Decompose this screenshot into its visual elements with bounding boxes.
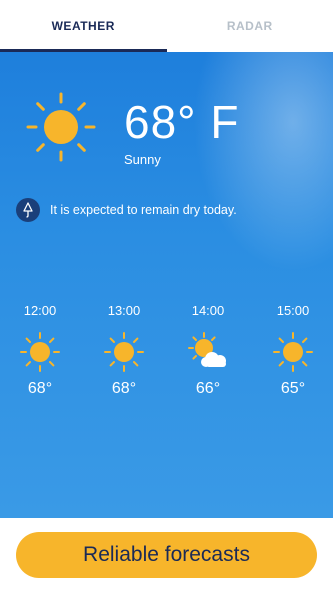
hour-temperature: 68°: [111, 380, 137, 397]
hour-time: 14:00: [191, 303, 225, 318]
hourly-item: 12:00 68°: [10, 302, 70, 398]
hour-time: 13:00: [107, 303, 141, 318]
tab-weather[interactable]: WEATHER: [0, 0, 167, 52]
current-condition: Sunny: [124, 152, 161, 167]
tab-radar[interactable]: RADAR: [167, 0, 333, 52]
hourly-item: 14:00 66°: [178, 302, 238, 398]
partly-cloudy-icon: [188, 332, 226, 367]
hourly-item: 13:00 68°: [94, 302, 154, 398]
hour-temperature: 68°: [27, 380, 53, 397]
tab-radar-label: RADAR: [226, 19, 273, 33]
cta-area: Reliable forecasts: [0, 518, 333, 592]
hour-temperature: 65°: [280, 380, 306, 397]
sun-icon: [26, 92, 96, 162]
hourly-item: 15:00 65°: [263, 302, 323, 398]
current-temperature: 68° F: [124, 96, 240, 148]
hour-time: 12:00: [23, 303, 57, 318]
umbrella-icon: [16, 198, 40, 222]
sun-icon: [20, 332, 60, 372]
weather-panel: 68° F Sunny It is expected to remain dry…: [0, 52, 333, 518]
sun-icon: [273, 332, 313, 372]
hour-time: 15:00: [276, 303, 310, 318]
tab-weather-label: WEATHER: [51, 19, 115, 33]
cta-label: Reliable forecasts: [83, 543, 250, 566]
forecast-note: It is expected to remain dry today.: [16, 198, 237, 222]
sun-icon: [104, 332, 144, 372]
reliable-forecasts-button[interactable]: Reliable forecasts: [16, 532, 317, 578]
forecast-note-text: It is expected to remain dry today.: [50, 203, 237, 217]
hourly-forecast: 12:00 68° 13:00 68° 14:00 66° 15:00 65°: [0, 302, 333, 412]
tab-bar: WEATHER RADAR: [0, 0, 333, 52]
current-conditions: 68° F Sunny: [26, 92, 326, 182]
hour-temperature: 66°: [195, 380, 221, 397]
